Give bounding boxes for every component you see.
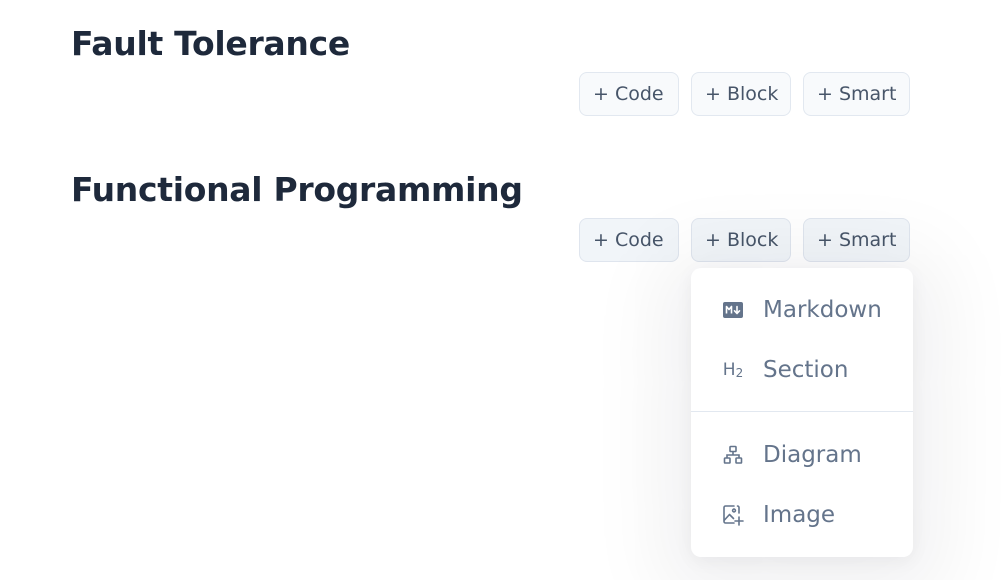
add-block-button[interactable]: + Block [691, 218, 791, 262]
menu-item-markdown[interactable]: Markdown [691, 285, 913, 335]
heading-2-icon: H2 [722, 360, 744, 380]
notebook-page: Fault Tolerance + Code + Block + Smart F… [0, 0, 1005, 580]
add-block-button[interactable]: + Block [691, 72, 791, 116]
menu-item-diagram[interactable]: Diagram [691, 430, 913, 480]
add-code-button[interactable]: + Code [579, 218, 679, 262]
section-title-fault-tolerance: Fault Tolerance [71, 24, 350, 63]
markdown-icon [721, 298, 745, 322]
section-title-functional-programming: Functional Programming [71, 170, 523, 209]
add-cell-toolbar: + Code + Block + Smart [579, 218, 910, 262]
add-smart-button[interactable]: + Smart [803, 72, 910, 116]
diagram-icon [721, 443, 745, 467]
menu-divider [691, 411, 913, 412]
menu-item-label: Markdown [763, 297, 882, 323]
block-type-menu: Markdown H2 Section Diagram Image [691, 268, 913, 557]
menu-item-label: Section [763, 357, 849, 383]
add-smart-button[interactable]: + Smart [803, 218, 910, 262]
menu-item-label: Diagram [763, 442, 862, 468]
menu-item-image[interactable]: Image [691, 490, 913, 540]
menu-item-section[interactable]: H2 Section [691, 345, 913, 395]
menu-item-label: Image [763, 502, 836, 528]
image-add-icon [721, 503, 745, 527]
add-code-button[interactable]: + Code [579, 72, 679, 116]
add-cell-toolbar: + Code + Block + Smart [579, 72, 910, 116]
